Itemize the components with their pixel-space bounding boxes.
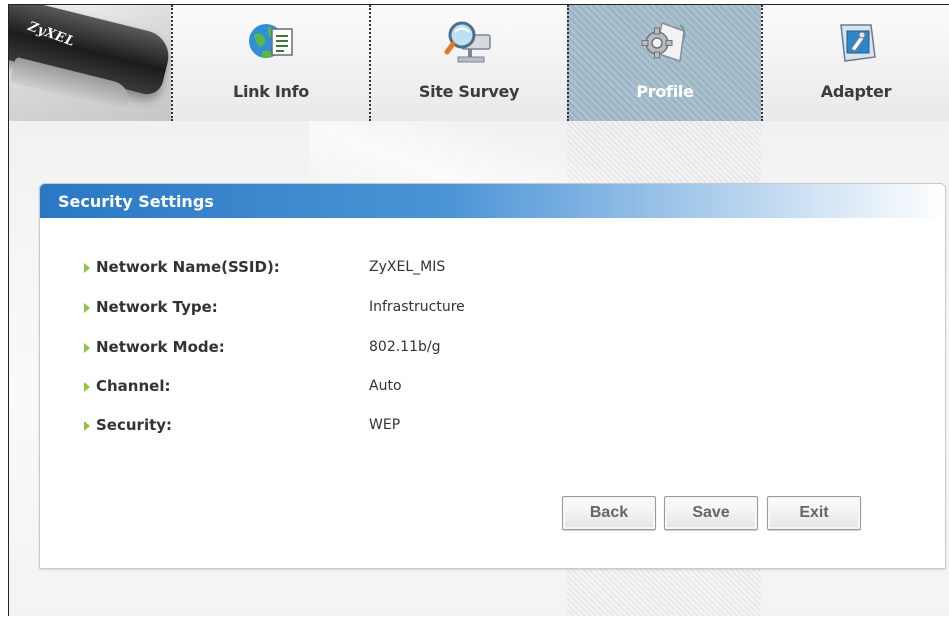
app-window: ZyXEL Link Info Site Survey Profile Adap…	[8, 4, 949, 616]
field-label: Network Name(SSID):	[96, 258, 280, 276]
tab-label: Site Survey	[418, 82, 520, 101]
arrow-bullet-icon	[84, 382, 90, 392]
magnifier-network-icon	[444, 21, 491, 63]
tab-label: Adapter	[820, 82, 892, 101]
tab-label: Profile	[636, 82, 694, 101]
tab-adapter[interactable]: Adapter	[761, 5, 949, 121]
tab-label: Link Info	[233, 82, 309, 101]
field-value: 802.11b/g	[369, 339, 441, 355]
field-label: Network Type:	[96, 298, 218, 316]
adapter-icon	[840, 24, 876, 62]
field-value: Auto	[369, 378, 402, 394]
field-value: WEP	[369, 417, 401, 433]
panel-title: Security Settings	[58, 192, 214, 211]
field-value: Infrastructure	[369, 299, 465, 315]
field-value: ZyXEL_MIS	[369, 259, 446, 275]
globe-document-icon	[249, 24, 293, 58]
field-label: Security:	[96, 416, 173, 434]
tab-profile[interactable]: Profile	[567, 5, 761, 121]
panel-header: Security Settings	[40, 184, 945, 218]
arrow-bullet-icon	[84, 343, 90, 353]
exit-button[interactable]: Exit	[767, 496, 861, 530]
back-button[interactable]: Back	[562, 496, 656, 530]
arrow-bullet-icon	[84, 421, 90, 431]
security-settings-panel: Security Settings Network Name(SSID): Zy…	[39, 183, 946, 569]
arrow-bullet-icon	[84, 303, 90, 313]
field-label: Channel:	[96, 377, 171, 395]
field-label: Network Mode:	[96, 338, 225, 356]
save-button[interactable]: Save	[664, 496, 758, 530]
top-toolbar: ZyXEL Link Info Site Survey Profile Adap…	[9, 5, 949, 121]
arrow-bullet-icon	[84, 263, 90, 273]
tab-link-info[interactable]: Link Info	[171, 5, 369, 121]
tab-site-survey[interactable]: Site Survey	[369, 5, 567, 121]
product-image: ZyXEL	[9, 5, 171, 121]
gear-document-icon	[641, 21, 686, 62]
